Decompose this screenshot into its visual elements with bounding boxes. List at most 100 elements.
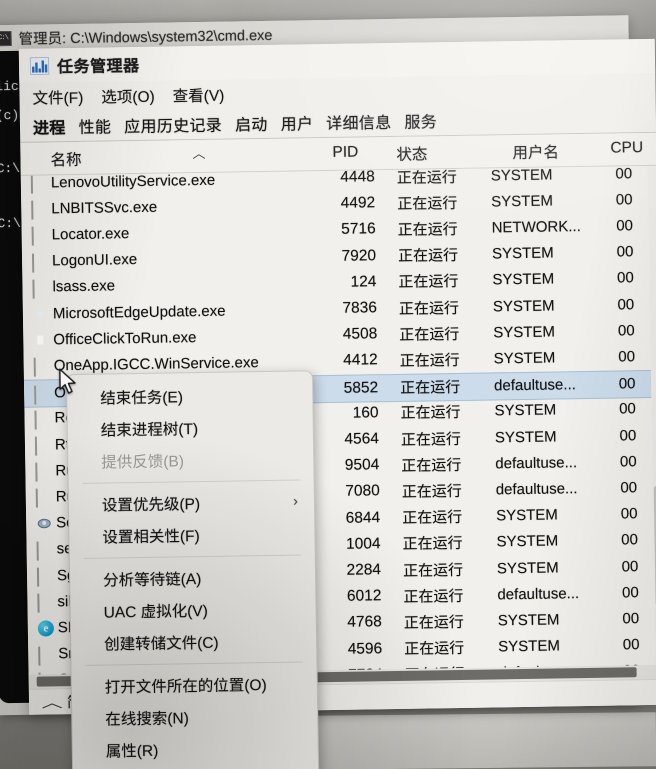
process-context-menu[interactable]: 结束任务(E) 结束进程树(T) 提供反馈(B) 设置优先级(P) › 设置相关性(F) 分… xyxy=(65,370,320,769)
tab-processes[interactable]: 进程 xyxy=(33,114,66,142)
process-cpu: 00 xyxy=(619,452,637,471)
process-user: SYSTEM xyxy=(497,611,560,630)
process-status: 正在运行 xyxy=(397,220,458,239)
process-user: SYSTEM xyxy=(494,427,557,446)
process-pid: 6844 xyxy=(345,508,381,527)
context-menu-item[interactable]: 属性(R) xyxy=(73,731,318,767)
edge-update-icon xyxy=(33,306,48,320)
process-pid: 4564 xyxy=(344,430,380,448)
sort-ascending-icon: ︿ xyxy=(192,145,206,162)
task-manager-chart-icon xyxy=(29,56,50,75)
context-menu-item[interactable]: 打开文件所在的位置(O) xyxy=(72,667,317,703)
app-icon xyxy=(38,646,53,666)
console-icon: C:\ xyxy=(0,30,12,46)
process-cpu: 00 xyxy=(617,321,635,340)
app-icon xyxy=(36,541,52,561)
process-pid: 7080 xyxy=(345,482,380,501)
menu-file[interactable]: 文件(F) xyxy=(32,86,83,109)
process-cpu: 00 xyxy=(617,295,635,313)
gear-icon xyxy=(36,516,51,530)
column-header-username[interactable]: 用户名 xyxy=(512,140,559,163)
context-menu-item[interactable]: 结束进程树(T) xyxy=(68,410,313,446)
process-user: SYSTEM xyxy=(492,270,555,289)
process-pid: 4768 xyxy=(347,613,382,632)
context-menu-item-label: 设置优先级(P) xyxy=(101,496,201,515)
tab-startup[interactable]: 启动 xyxy=(235,111,268,139)
process-status: 正在运行 xyxy=(396,168,457,187)
process-pid: 124 xyxy=(350,273,377,291)
process-cpu: 00 xyxy=(619,426,637,444)
process-status: 正在运行 xyxy=(404,640,465,658)
process-cpu: 00 xyxy=(616,269,634,287)
context-menu-item[interactable]: 结束任务(E) xyxy=(67,378,312,414)
tab-details[interactable]: 详细信息 xyxy=(326,109,392,137)
tab-services[interactable]: 服务 xyxy=(404,108,437,136)
app-icon xyxy=(34,385,49,405)
menu-view[interactable]: 查看(V) xyxy=(173,84,225,107)
app-icon xyxy=(34,410,49,430)
context-menu-item-label: 分析等待链(A) xyxy=(102,571,202,590)
context-menu-item-label: 结束任务(E) xyxy=(100,389,184,408)
context-menu-item[interactable]: 创建转储文件(C) xyxy=(71,624,316,660)
app-icon xyxy=(37,593,52,613)
app-icon xyxy=(33,358,49,378)
tab-performance[interactable]: 性能 xyxy=(78,113,111,141)
process-name: MicrosoftEdgeUpdate.exe xyxy=(52,302,226,322)
process-status: 正在运行 xyxy=(400,430,462,449)
process-status: 正在运行 xyxy=(400,379,461,397)
context-menu-item[interactable]: 设置相关性(F) xyxy=(69,517,314,553)
context-menu-item-label: 属性(R) xyxy=(105,742,159,761)
context-menu-item-label: 提供反馈(B) xyxy=(101,453,185,472)
process-cpu: 00 xyxy=(620,505,638,523)
process-status: 正在运行 xyxy=(398,273,459,292)
context-menu-item-label: 创建转储文件(C) xyxy=(104,634,219,654)
context-menu-separator xyxy=(85,661,303,666)
process-name: LenovoUtilityService.exe xyxy=(50,171,216,191)
app-icon xyxy=(36,567,52,587)
process-cpu: 00 xyxy=(621,583,639,602)
process-user: SYSTEM xyxy=(493,323,556,342)
context-menu-separator xyxy=(82,479,300,484)
process-user: SYSTEM xyxy=(496,532,559,551)
app-icon xyxy=(35,488,51,509)
process-cpu: 00 xyxy=(622,610,640,628)
tab-app-history[interactable]: 应用历史记录 xyxy=(124,112,222,141)
process-user: SYSTEM xyxy=(490,165,553,184)
app-icon xyxy=(31,227,47,247)
process-pid: 9504 xyxy=(344,456,380,474)
context-menu-item[interactable]: 设置优先级(P) › xyxy=(69,485,314,521)
context-menu-item-label: 打开文件所在的位置(O) xyxy=(104,677,267,697)
column-header-cpu[interactable]: CPU xyxy=(610,139,643,158)
process-status: 正在运行 xyxy=(397,194,458,213)
process-pid: 1004 xyxy=(345,535,381,553)
process-user: SYSTEM xyxy=(498,637,561,656)
process-user: SYSTEM xyxy=(491,244,554,263)
process-status: 正在运行 xyxy=(398,299,460,318)
context-menu-item[interactable]: 在线搜索(N) xyxy=(72,699,317,735)
column-header-name[interactable]: 名称 xyxy=(50,148,81,170)
process-cpu: 00 xyxy=(616,243,634,261)
context-menu-item[interactable]: UAC 虚拟化(V) xyxy=(70,592,315,628)
process-cpu: 00 xyxy=(621,531,639,549)
process-user: defaultuse... xyxy=(495,453,578,473)
context-menu-separator xyxy=(83,554,301,559)
context-menu-item[interactable]: 分析等待链(A) xyxy=(70,560,315,596)
process-pid: 7920 xyxy=(341,246,377,265)
menu-options[interactable]: 选项(O) xyxy=(101,85,155,108)
chevron-up-icon[interactable]: ︿ xyxy=(41,692,62,712)
app-icon xyxy=(31,200,46,220)
process-cpu: 00 xyxy=(622,636,640,654)
process-status: 正在运行 xyxy=(402,535,463,554)
office-icon xyxy=(33,333,48,347)
process-status: 正在运行 xyxy=(399,351,460,370)
process-user: SYSTEM xyxy=(492,296,555,315)
process-pid: 4492 xyxy=(340,194,376,212)
process-name: OfficeClickToRun.exe xyxy=(53,328,197,349)
process-user: defaultuse... xyxy=(493,376,576,395)
process-user: NETWORK... xyxy=(491,217,581,237)
column-header-status[interactable]: 状态 xyxy=(396,142,427,164)
tab-users[interactable]: 用户 xyxy=(280,110,313,138)
process-pid: 6012 xyxy=(346,587,382,605)
context-menu-item: 提供反馈(B) xyxy=(68,442,313,478)
column-header-pid[interactable]: PID xyxy=(332,144,358,162)
